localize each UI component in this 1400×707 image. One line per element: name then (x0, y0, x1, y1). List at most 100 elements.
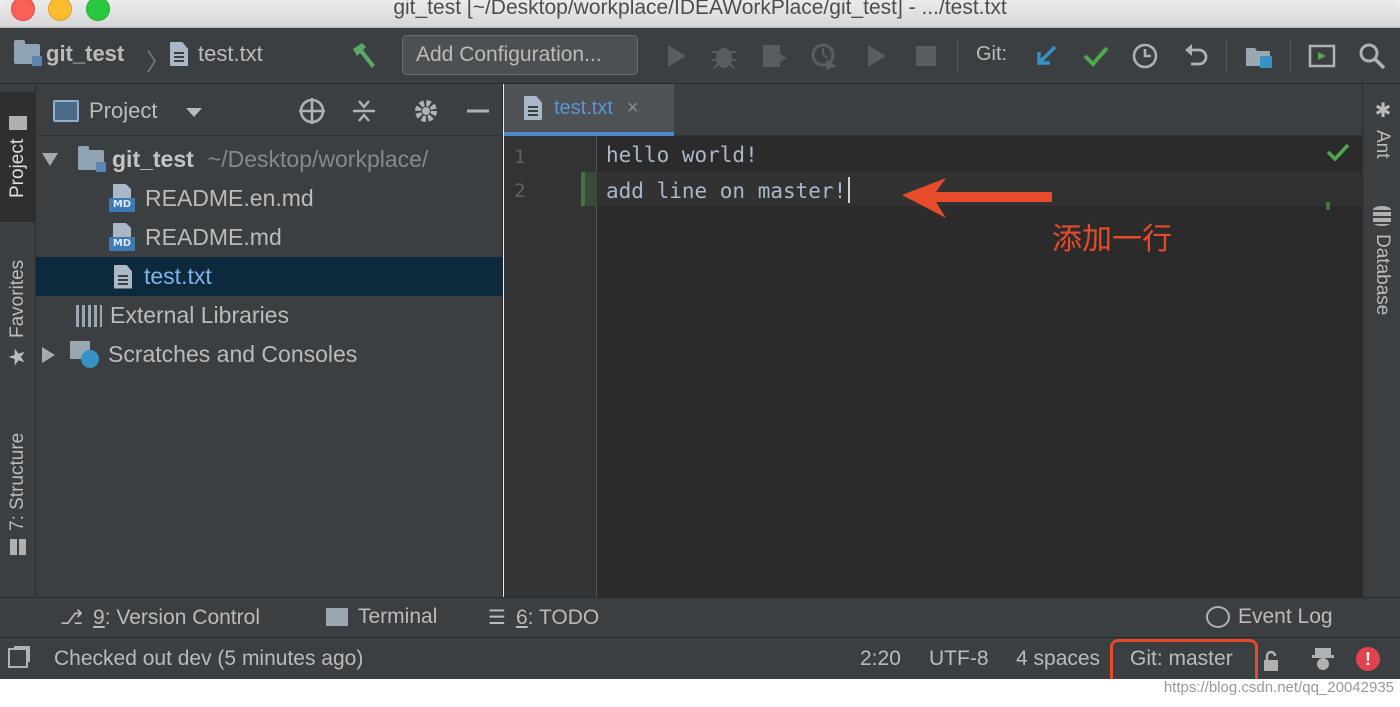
project-tool-icon (9, 116, 27, 131)
tree-file-label: test.txt (144, 263, 212, 289)
text-file-icon (114, 264, 132, 289)
build-hammer-icon[interactable] (349, 40, 379, 75)
text-caret (848, 177, 851, 203)
favorites-tool-tab[interactable]: ★ Favorites (0, 244, 36, 384)
error-indicator-icon[interactable]: ! (1356, 647, 1380, 671)
project-structure-icon[interactable] (1244, 42, 1272, 70)
ant-bug-icon: ✱ (1371, 98, 1393, 122)
project-folder-icon (14, 40, 42, 66)
toolbar-divider (957, 40, 958, 72)
tree-row-scratches[interactable]: Scratches and Consoles (36, 335, 503, 374)
tree-row-root[interactable]: git_test ~/Desktop/workplace/ (36, 140, 503, 179)
gear-icon[interactable] (412, 97, 440, 125)
hide-panel-minus-icon[interactable] (464, 97, 492, 125)
tree-row-file[interactable]: MD README.md (36, 218, 503, 257)
markdown-file-icon: MD (109, 183, 137, 214)
vcs-rollback-icon[interactable] (1182, 42, 1210, 70)
code-line[interactable]: hello world! (606, 143, 758, 167)
scratches-clock-icon (70, 340, 100, 369)
hector-inspector-icon[interactable] (1310, 646, 1336, 672)
editor-tab-test-txt[interactable]: test.txt × (504, 84, 674, 136)
event-log-tab[interactable]: Event Log (1206, 605, 1333, 629)
ant-tool-tab-label: Ant (1372, 130, 1393, 159)
markdown-file-icon: MD (109, 222, 137, 253)
scratches-label: Scratches and Consoles (108, 341, 358, 367)
chevron-down-icon[interactable] (186, 108, 202, 117)
breadcrumb-project[interactable]: git_test (14, 40, 124, 67)
line-number: 2 (514, 180, 526, 202)
library-bars-icon (76, 304, 102, 327)
run-dashboard-icon[interactable] (862, 42, 890, 70)
module-folder-icon (78, 145, 106, 172)
presentation-mode-icon[interactable] (1308, 42, 1336, 70)
ant-tool-tab[interactable]: ✱ Ant (1363, 98, 1400, 198)
structure-icon (10, 539, 26, 556)
caret-position[interactable]: 2:20 (860, 647, 901, 671)
todo-tab-label: : TODO (527, 605, 600, 629)
tree-row-file[interactable]: MD README.en.md (36, 179, 503, 218)
chevron-right-icon[interactable] (42, 346, 55, 363)
todo-tab[interactable]: ☰ 6: TODO (488, 605, 599, 630)
search-everywhere-icon[interactable] (1358, 42, 1386, 70)
vcs-change-marker[interactable] (581, 172, 597, 206)
terminal-tab[interactable]: Terminal (326, 605, 437, 629)
breadcrumb-file-label: test.txt (198, 41, 263, 66)
profile-icon[interactable] (810, 42, 838, 70)
left-tool-stripe: Project ★ Favorites 7: Structure (0, 84, 36, 597)
version-control-branch-icon: ⎇ (60, 607, 84, 629)
inspection-ok-check-icon[interactable] (1326, 142, 1350, 167)
vcs-commit-check-icon[interactable] (1082, 42, 1110, 70)
annotation-arrow (896, 176, 1056, 231)
tree-row-external-libraries[interactable]: External Libraries (36, 296, 503, 335)
indent-setting[interactable]: 4 spaces (1016, 647, 1100, 671)
window-title: git_test [~/Desktop/workplace/IDEAWorkPl… (393, 0, 1007, 19)
watermark: https://blog.csdn.net/qq_20042935 (1163, 679, 1394, 696)
navigation-toolbar: git_test 〉 test.txt Add Configuration...… (0, 28, 1400, 84)
project-view-selector[interactable]: Project (89, 98, 157, 124)
code-line-current[interactable]: add line on master! (606, 177, 851, 203)
code-line-text: add line on master! (606, 179, 847, 203)
project-tool-window: Project git_test ~/Desktop/workplace/ MD… (36, 84, 503, 597)
debug-bug-icon[interactable] (710, 42, 738, 70)
right-tool-stripe: ✱ Ant Database (1362, 84, 1400, 597)
scrollbar-change-marker (1326, 202, 1330, 210)
git-toolbar-label: Git: (976, 43, 1008, 65)
add-configuration-button[interactable]: Add Configuration... (402, 35, 638, 75)
status-message[interactable]: Checked out dev (5 minutes ago) (54, 647, 363, 671)
stop-icon[interactable] (912, 42, 940, 70)
lock-icon[interactable] (1262, 650, 1282, 671)
editor-tab-bar: test.txt × (504, 84, 1362, 136)
project-view-icon (53, 100, 79, 122)
file-encoding[interactable]: UTF-8 (929, 647, 989, 671)
database-cylinder-icon (1373, 206, 1391, 226)
tree-file-label: README.md (145, 224, 282, 250)
locate-target-icon[interactable] (298, 97, 326, 125)
code-line-text: hello world! (606, 143, 758, 167)
chevron-down-icon[interactable] (42, 153, 58, 166)
todo-tab-number: 6 (515, 605, 528, 629)
project-tool-tab[interactable]: Project (0, 92, 36, 222)
star-icon: ★ (5, 343, 31, 369)
version-control-tab-label: : Version Control (104, 605, 260, 629)
toolbar-divider (1290, 40, 1291, 72)
close-icon[interactable]: × (627, 97, 639, 120)
breadcrumb-file[interactable]: test.txt (170, 41, 263, 67)
run-with-coverage-icon[interactable] (760, 42, 788, 70)
structure-tool-tab[interactable]: 7: Structure (0, 414, 36, 574)
tree-file-label: README.en.md (145, 185, 314, 211)
breadcrumb-separator: 〉 (146, 49, 170, 76)
text-file-icon (524, 96, 542, 120)
toggle-tool-windows-icon[interactable] (8, 648, 28, 668)
vcs-update-arrow-icon[interactable] (1032, 42, 1060, 70)
bottom-tool-bar: ⎇ 9: Version Control Terminal ☰ 6: TODO … (0, 597, 1400, 637)
external-libraries-label: External Libraries (110, 302, 289, 328)
vcs-history-clock-icon[interactable] (1131, 42, 1159, 70)
database-tool-tab[interactable]: Database (1363, 206, 1400, 346)
tree-root-label: git_test (112, 146, 194, 172)
version-control-tab-number: 9 (93, 605, 105, 629)
tree-root-path: ~/Desktop/workplace/ (207, 146, 429, 172)
run-icon[interactable] (662, 42, 690, 70)
version-control-tab[interactable]: ⎇ 9: Version Control (60, 605, 260, 630)
tree-row-file-selected[interactable]: test.txt (36, 257, 503, 296)
collapse-all-icon[interactable] (350, 97, 378, 125)
